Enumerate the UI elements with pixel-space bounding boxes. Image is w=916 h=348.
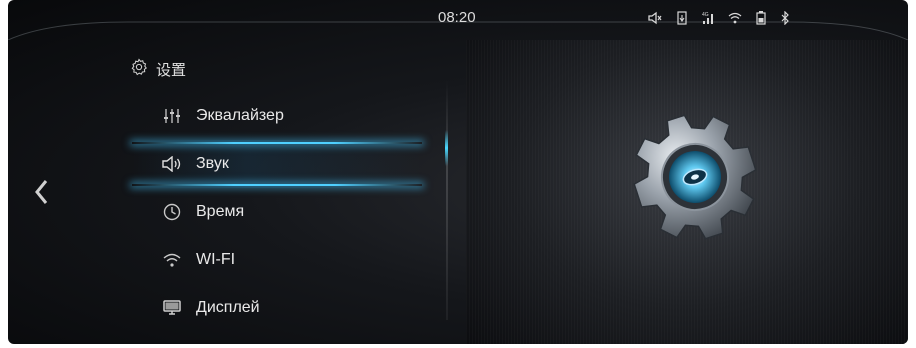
menu-item-label: Время [196, 203, 245, 220]
usb-icon [676, 11, 688, 25]
clock-icon [160, 200, 184, 224]
battery-icon [756, 11, 766, 25]
menu-item-wifi[interactable]: WI-FI [132, 236, 422, 284]
menu-item-equalizer[interactable]: Эквалайзер [132, 92, 422, 140]
volume-mute-icon [648, 11, 662, 25]
back-button[interactable] [28, 176, 54, 212]
menu-item-label: WI-FI [196, 251, 236, 268]
settings-header: 设置 [130, 58, 186, 81]
menu-item-sound[interactable]: Звук [132, 140, 422, 188]
wifi-icon [160, 248, 184, 272]
display-icon [160, 296, 184, 320]
menu-item-time[interactable]: Время [132, 188, 422, 236]
status-icons: 4G [648, 8, 790, 28]
signal-icon: 4G [702, 11, 714, 25]
speaker-icon [160, 152, 184, 176]
wifi-icon [728, 12, 742, 24]
chevron-left-icon [34, 179, 48, 210]
menu-item-label: Звук [196, 155, 229, 172]
page-title: 设置 [156, 62, 187, 79]
menu-scroll-track [446, 80, 448, 320]
menu-item-label: Эквалайзер [196, 107, 284, 124]
svg-text:4G: 4G [702, 12, 709, 18]
status-bar: 08:20 4G [8, 0, 908, 40]
menu-item-label: Дисплей [196, 299, 260, 316]
settings-gear-illustration [633, 114, 757, 240]
clock: 08:20 [438, 9, 476, 26]
menu-item-display[interactable]: Дисплей [132, 284, 422, 332]
equalizer-icon [160, 104, 184, 128]
gear-icon [130, 58, 148, 81]
head-unit-screen: 08:20 4G 设置 Эквалайзер Звук Время WI-FI … [8, 0, 908, 344]
menu-scroll-thumb[interactable] [445, 130, 448, 166]
bluetooth-icon [780, 11, 790, 25]
settings-menu: Эквалайзер Звук Время WI-FI Дисплей [132, 92, 422, 332]
